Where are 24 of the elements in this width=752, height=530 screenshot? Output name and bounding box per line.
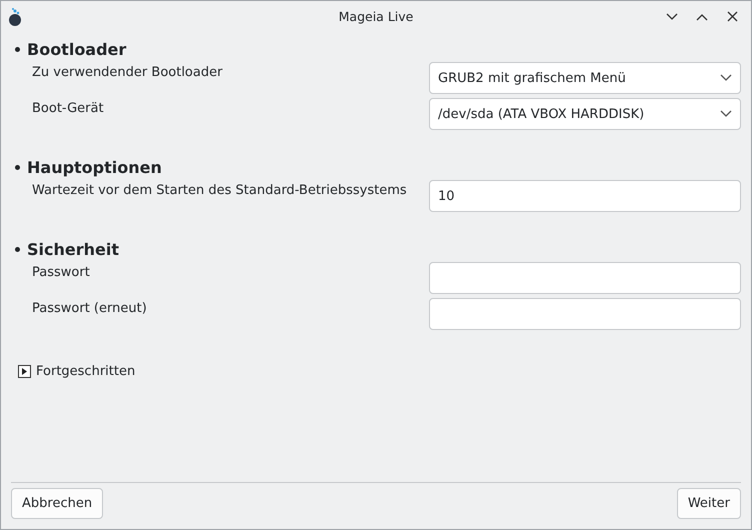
window-title: Mageia Live <box>338 9 414 24</box>
app-logo-icon <box>7 8 23 26</box>
chevron-down-icon <box>666 12 678 20</box>
field-label: Wartezeit vor dem Starten des Standard-Betriebssystems <box>32 183 407 200</box>
bullet-icon <box>15 246 20 252</box>
field-label: Zu verwendender Bootloader <box>32 65 222 82</box>
input-field[interactable] <box>429 298 741 330</box>
dropdown[interactable]: /dev/sda (ATA VBOX HARDDISK) <box>429 98 741 130</box>
next-button[interactable]: Weiter <box>676 488 741 519</box>
section-heading: Bootloader <box>27 40 126 58</box>
advanced-expander[interactable]: Fortgeschritten <box>18 364 136 379</box>
close-icon <box>726 11 738 22</box>
section-heading: Sicherheit <box>27 240 119 258</box>
dropdown[interactable]: GRUB2 mit grafischem Menü <box>429 62 741 94</box>
field-label: Passwort (erneut) <box>32 301 147 318</box>
cancel-button[interactable]: Abbrechen <box>11 488 104 519</box>
input-field[interactable] <box>429 262 741 294</box>
chevron-up-icon <box>696 12 708 20</box>
field-label: Passwort <box>32 265 90 282</box>
bullet-icon <box>15 164 20 170</box>
bullet-icon <box>15 46 20 52</box>
field-label: Boot-Gerät <box>32 101 104 118</box>
section-heading: Hauptoptionen <box>27 158 162 176</box>
input-field[interactable]: 10 <box>429 180 741 212</box>
